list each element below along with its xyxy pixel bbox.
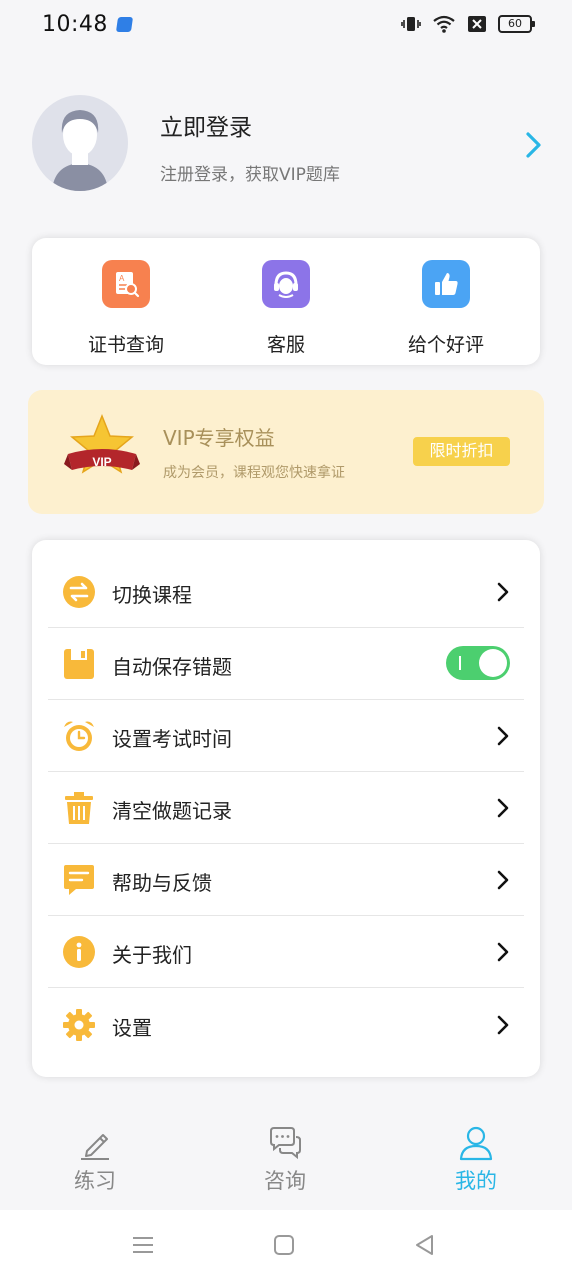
menu-item-exam-time[interactable]: 设置考试时间 <box>48 700 524 772</box>
menu-item-label: 切换课程 <box>112 583 192 607</box>
quick-action-certificate[interactable]: A 证书查询 <box>51 260 201 357</box>
login-title[interactable]: 立即登录 <box>160 108 252 142</box>
tab-label: 练习 <box>74 1169 116 1193</box>
vip-title: VIP专享权益 <box>163 426 275 450</box>
chevron-right-icon <box>497 726 509 746</box>
status-icons: 60 <box>401 14 535 34</box>
menu-item-auto-save: 自动保存错题 <box>48 628 524 700</box>
vibrate-icon <box>401 17 421 31</box>
menu-item-label: 帮助与反馈 <box>112 871 212 895</box>
menu-item-label: 设置 <box>112 1016 152 1040</box>
tab-practice[interactable]: 练习 <box>35 1125 155 1195</box>
default-avatar-icon <box>52 110 108 191</box>
menu-item-label: 设置考试时间 <box>112 727 232 751</box>
bottom-tab-bar: 练习 咨询 我的 <box>0 1125 572 1205</box>
settings-menu: 切换课程 自动保存错题 设置考试时间 清空做题记录 帮助与反馈 关于我们 设置 <box>32 540 540 1077</box>
avatar[interactable] <box>32 95 128 191</box>
chevron-right-icon[interactable] <box>520 130 546 160</box>
menu-item-about-us[interactable]: 关于我们 <box>48 916 524 988</box>
status-bar: 10:48 60 <box>0 0 572 52</box>
chevron-right-icon <box>497 942 509 962</box>
customer-service-icon <box>262 260 310 308</box>
toggle-on-mark <box>459 656 461 670</box>
save-icon <box>64 649 94 679</box>
menu-item-help-feedback[interactable]: 帮助与反馈 <box>48 844 524 916</box>
quick-action-label: 客服 <box>266 334 305 356</box>
back-icon[interactable] <box>412 1232 438 1258</box>
switch-icon <box>63 576 95 608</box>
menu-icon[interactable] <box>130 1232 156 1258</box>
chat-icon <box>270 1127 301 1160</box>
battery-indicator: 60 <box>498 15 535 33</box>
vip-star-badge-icon: VIP <box>64 414 140 474</box>
trash-icon <box>65 792 93 824</box>
pencil-icon <box>81 1134 109 1160</box>
thumbs-up-icon <box>422 260 470 308</box>
vip-subtitle: 成为会员，课程观您快速拿证 <box>163 465 345 481</box>
quick-action-service[interactable]: 客服 <box>211 260 361 357</box>
auto-save-toggle[interactable] <box>446 646 510 680</box>
quick-actions-card: A 证书查询 客服 给个好评 <box>32 238 540 365</box>
tab-consult[interactable]: 咨询 <box>225 1125 345 1195</box>
app-notification-icon <box>115 17 134 32</box>
chevron-right-icon <box>497 798 509 818</box>
chevron-right-icon <box>497 1015 509 1035</box>
toggle-knob <box>479 649 507 677</box>
alarm-clock-icon <box>64 721 94 751</box>
tab-label: 我的 <box>455 1169 497 1193</box>
feedback-icon <box>64 865 94 895</box>
quick-action-label: 给个好评 <box>407 334 484 356</box>
home-icon[interactable] <box>271 1232 297 1258</box>
vip-badge-text: VIP <box>92 455 111 469</box>
chevron-right-icon <box>497 582 509 602</box>
menu-item-label: 清空做题记录 <box>112 799 232 823</box>
login-subtitle: 注册登录，获取VIP题库 <box>160 165 340 185</box>
sim-off-icon <box>468 16 486 32</box>
menu-item-label: 关于我们 <box>112 943 192 967</box>
person-icon <box>459 1126 493 1161</box>
status-time: 10:48 <box>42 12 108 37</box>
tab-label: 咨询 <box>264 1169 306 1193</box>
tab-mine[interactable]: 我的 <box>416 1125 536 1195</box>
menu-item-settings[interactable]: 设置 <box>48 989 524 1061</box>
profile-header[interactable]: 立即登录 注册登录，获取VIP题库 <box>0 90 572 200</box>
certificate-search-icon: A <box>102 260 150 308</box>
menu-item-switch-course[interactable]: 切换课程 <box>48 556 524 628</box>
info-icon <box>63 936 95 968</box>
wifi-icon <box>433 15 455 33</box>
vip-banner[interactable]: VIP VIP专享权益 成为会员，课程观您快速拿证 限时折扣 <box>28 390 544 514</box>
menu-item-clear-records[interactable]: 清空做题记录 <box>48 772 524 844</box>
gear-icon <box>63 1009 95 1041</box>
limited-discount-button[interactable]: 限时折扣 <box>413 437 510 466</box>
quick-action-rate[interactable]: 给个好评 <box>371 260 521 357</box>
svg-text:A: A <box>119 274 125 283</box>
chevron-right-icon <box>497 870 509 890</box>
quick-action-label: 证书查询 <box>87 334 164 356</box>
menu-item-label: 自动保存错题 <box>112 655 232 679</box>
system-navigation-bar <box>0 1210 572 1280</box>
